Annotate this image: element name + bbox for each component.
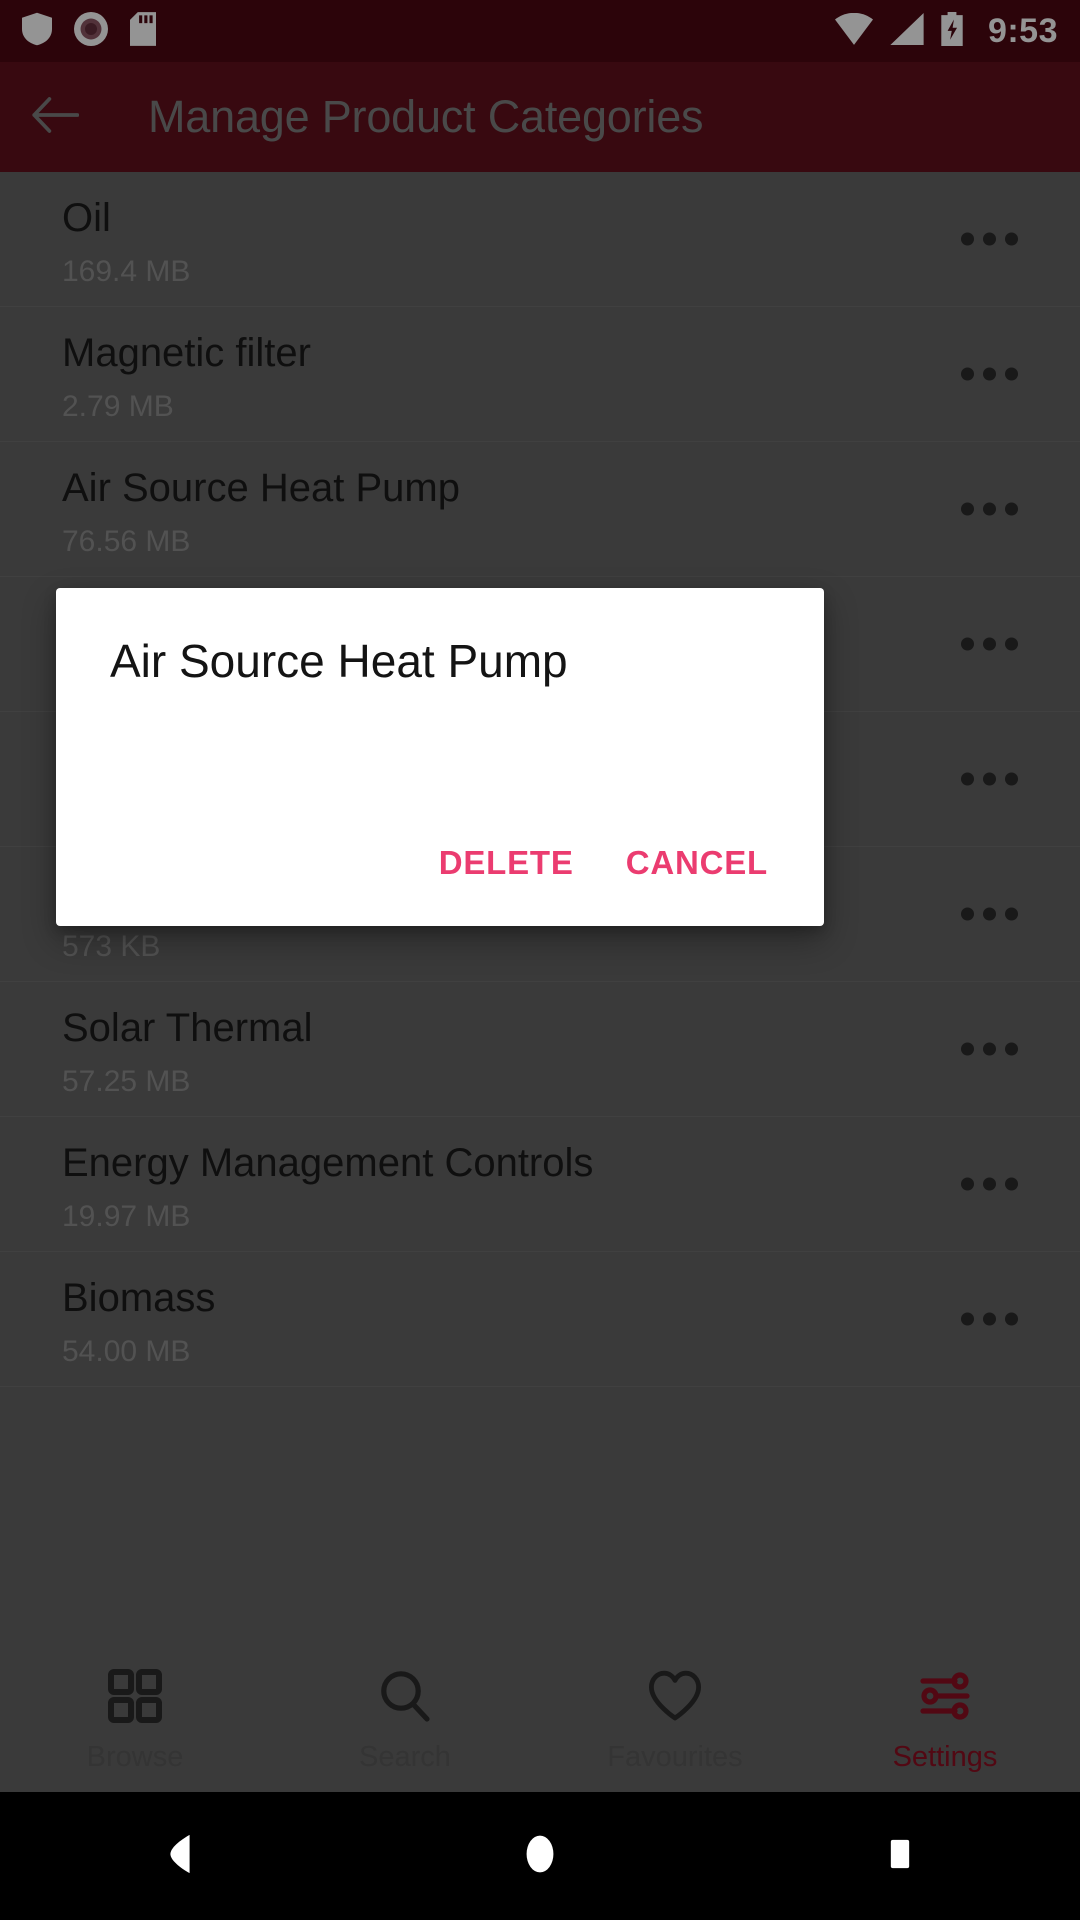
back-triangle-icon [157,1831,203,1882]
recents-square-icon [880,1834,920,1879]
system-recents-button[interactable] [840,1792,960,1920]
phone-screen: 9:53 Manage Product Categories Oil 169.4 … [0,0,1080,1920]
system-navigation-bar [0,1792,1080,1920]
cancel-button[interactable]: CANCEL [600,826,794,900]
system-home-button[interactable] [480,1792,600,1920]
delete-confirmation-dialog: Air Source Heat Pump DELETE CANCEL [56,588,824,926]
delete-button[interactable]: DELETE [413,826,600,900]
dialog-title: Air Source Heat Pump [110,635,568,687]
system-back-button[interactable] [120,1792,240,1920]
home-circle-icon [517,1831,563,1882]
dialog-action-bar: DELETE CANCEL [413,826,794,900]
